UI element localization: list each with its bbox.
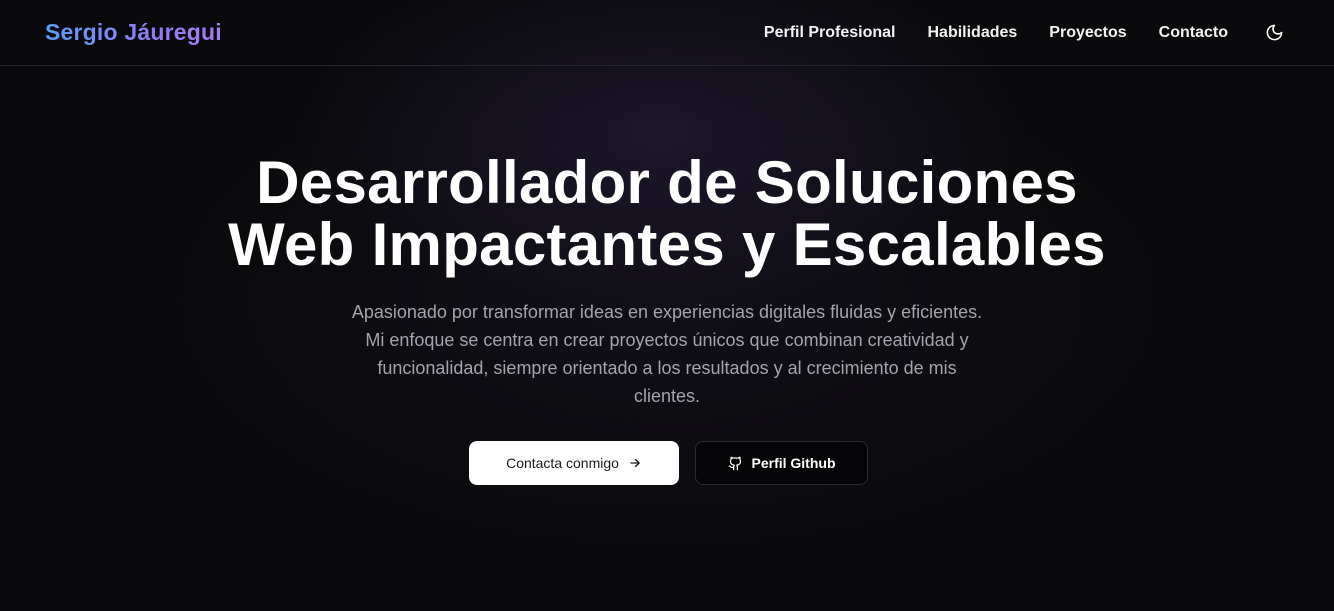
site-header: Sergio Jáuregui Perfil Profesional Habil…	[0, 0, 1334, 66]
contact-me-label: Contacta conmigo	[506, 455, 619, 471]
hero-actions: Contacta conmigo Perfil Github	[469, 441, 868, 485]
hero-description: Apasionado por transformar ideas en expe…	[351, 302, 983, 406]
main-nav: Perfil Profesional Habilidades Proyectos…	[732, 17, 1290, 49]
nav-link-proyectos[interactable]: Proyectos	[1049, 24, 1126, 42]
nav-link-perfil-profesional[interactable]: Perfil Profesional	[764, 24, 896, 42]
hero-title-line-1: Desarrollador de Soluciones	[256, 149, 1078, 216]
contact-me-button[interactable]: Contacta conmigo	[469, 441, 679, 485]
theme-toggle-button[interactable]	[1258, 17, 1290, 49]
brand-logo[interactable]: Sergio Jáuregui	[45, 19, 222, 46]
nav-link-contacto[interactable]: Contacto	[1159, 24, 1228, 42]
hero-section: Desarrollador de Soluciones Web Impactan…	[0, 66, 1334, 611]
hero-title-line-2: Web Impactantes y Escalables	[228, 211, 1106, 278]
nav-link-habilidades[interactable]: Habilidades	[927, 24, 1017, 42]
hero-title: Desarrollador de Soluciones Web Impactan…	[0, 152, 1334, 276]
github-icon	[728, 456, 743, 471]
arrow-right-icon	[628, 456, 642, 470]
moon-icon	[1266, 24, 1282, 41]
github-profile-label: Perfil Github	[751, 455, 836, 471]
github-profile-button[interactable]: Perfil Github	[695, 441, 868, 485]
